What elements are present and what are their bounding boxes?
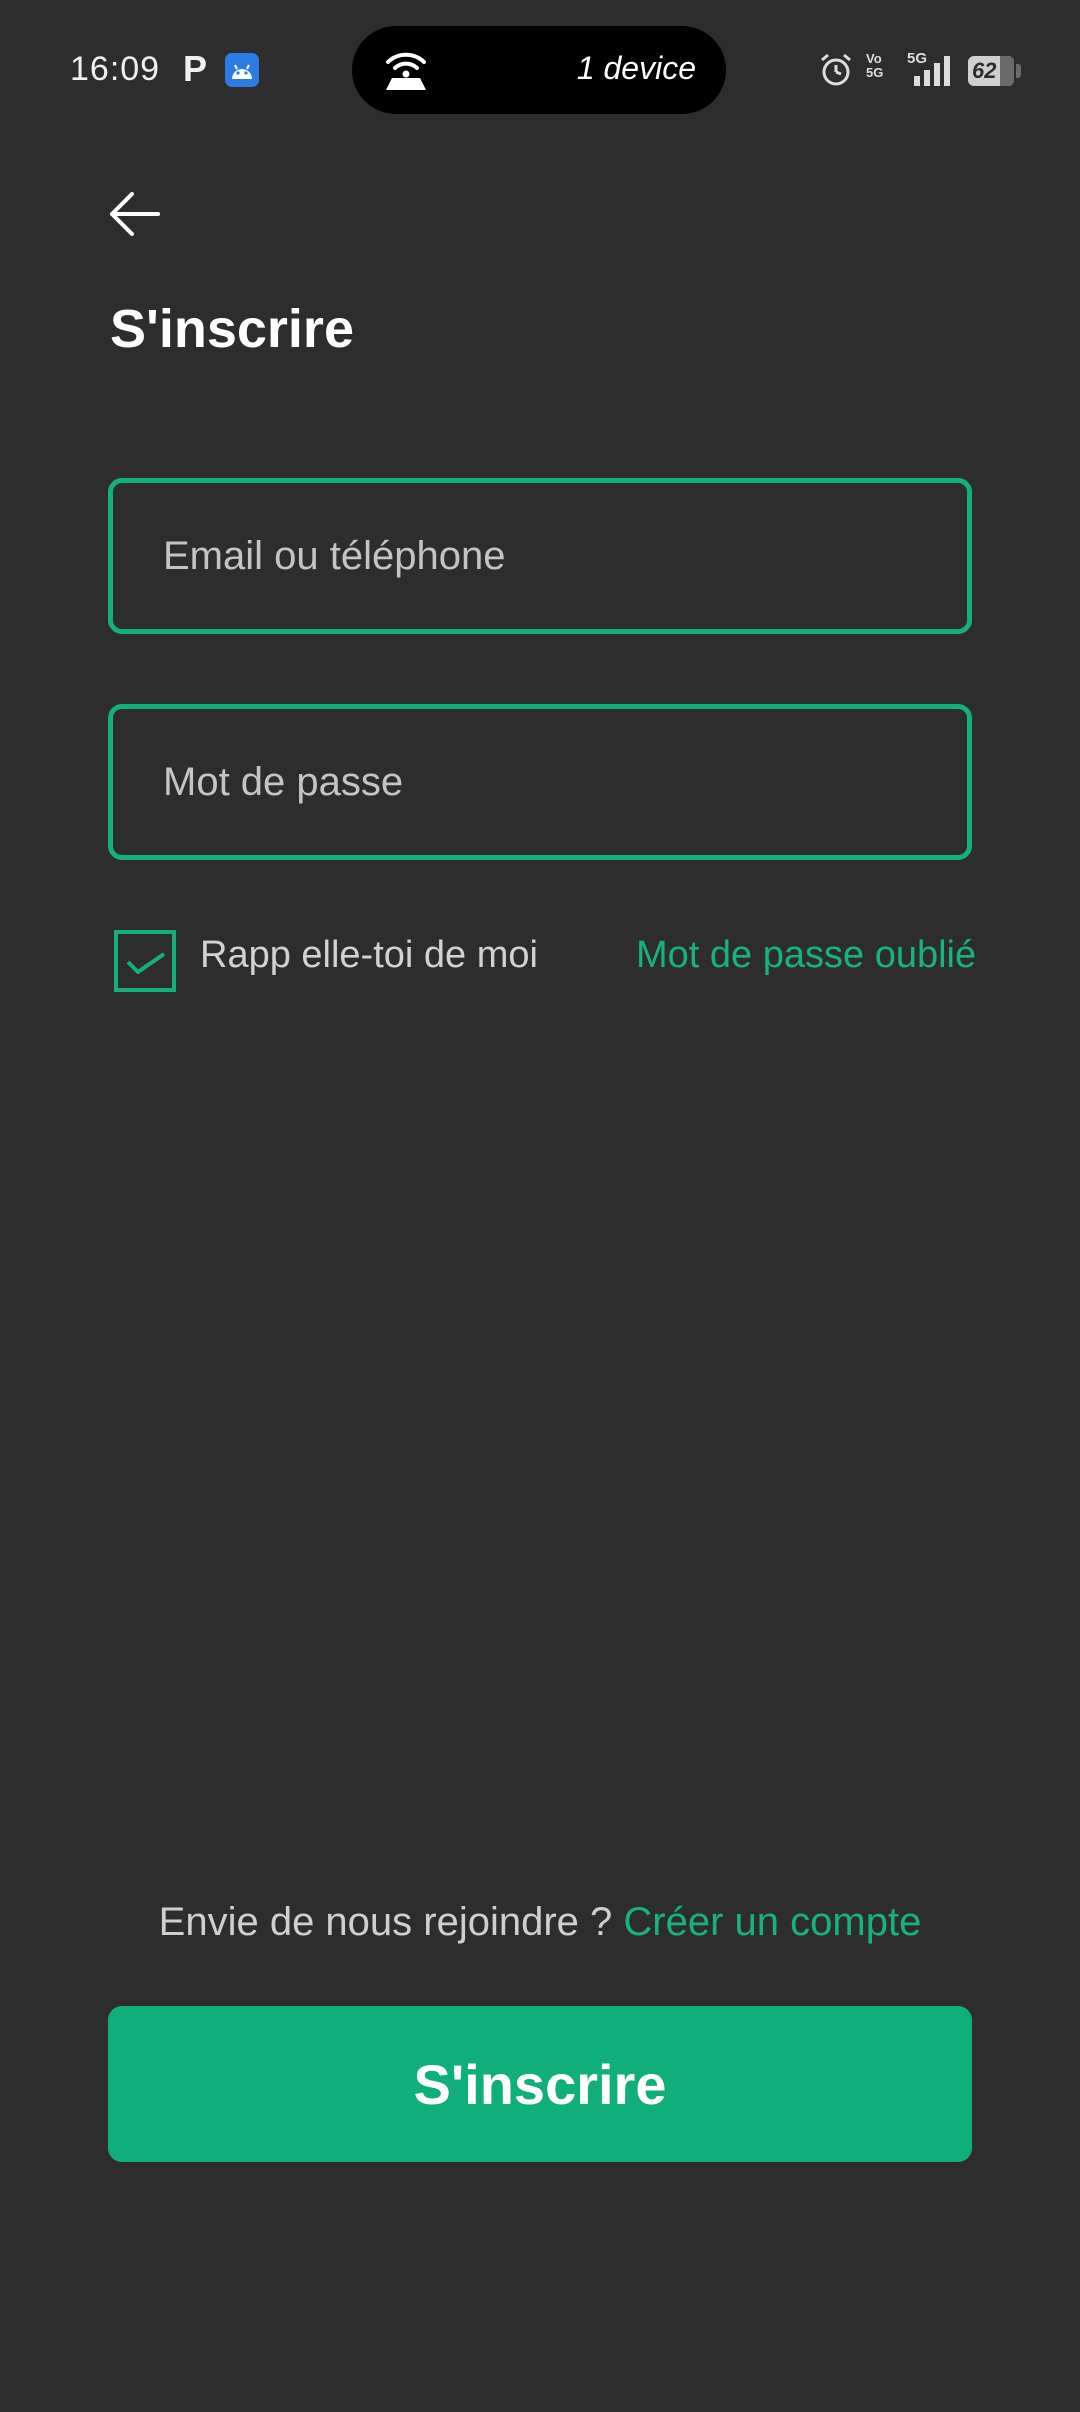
checkmark-icon [126, 952, 166, 974]
status-bar: 16:09 P 1 device Vo 5G 5G 62 [0, 0, 1080, 140]
p-badge-icon: P [183, 48, 208, 89]
signal-icon [912, 54, 956, 91]
password-field-container [108, 704, 972, 860]
email-field[interactable] [113, 483, 967, 629]
email-field-container [108, 478, 972, 634]
create-account-link[interactable]: Créer un compte [623, 1900, 921, 1944]
signup-button[interactable]: S'inscrire [108, 2006, 972, 2162]
android-app-icon [225, 53, 259, 87]
hotspot-label: 1 device [576, 50, 696, 86]
join-row: Envie de nous rejoindre ? Créer un compt… [0, 1900, 1080, 1945]
battery-tip [1016, 64, 1021, 78]
battery-level: 62 [972, 58, 997, 83]
forgot-password-link[interactable]: Mot de passe oublié [636, 934, 976, 977]
remember-me-label[interactable]: Rapp elle-toi de moi [200, 934, 538, 977]
page-title: S'inscrire [110, 299, 354, 359]
battery-icon: 62 [968, 56, 1014, 86]
hotspot-pill[interactable]: 1 device [352, 26, 726, 114]
volte-icon: Vo 5G [866, 51, 884, 80]
arrow-left-icon [110, 192, 160, 236]
hotspot-icon [382, 48, 430, 97]
status-time: 16:09 [70, 50, 161, 88]
back-button[interactable] [100, 182, 164, 246]
join-text: Envie de nous rejoindre ? [158, 1900, 624, 1944]
password-field[interactable] [113, 709, 967, 855]
alarm-icon [818, 52, 854, 93]
remember-me-checkbox[interactable] [114, 930, 176, 992]
